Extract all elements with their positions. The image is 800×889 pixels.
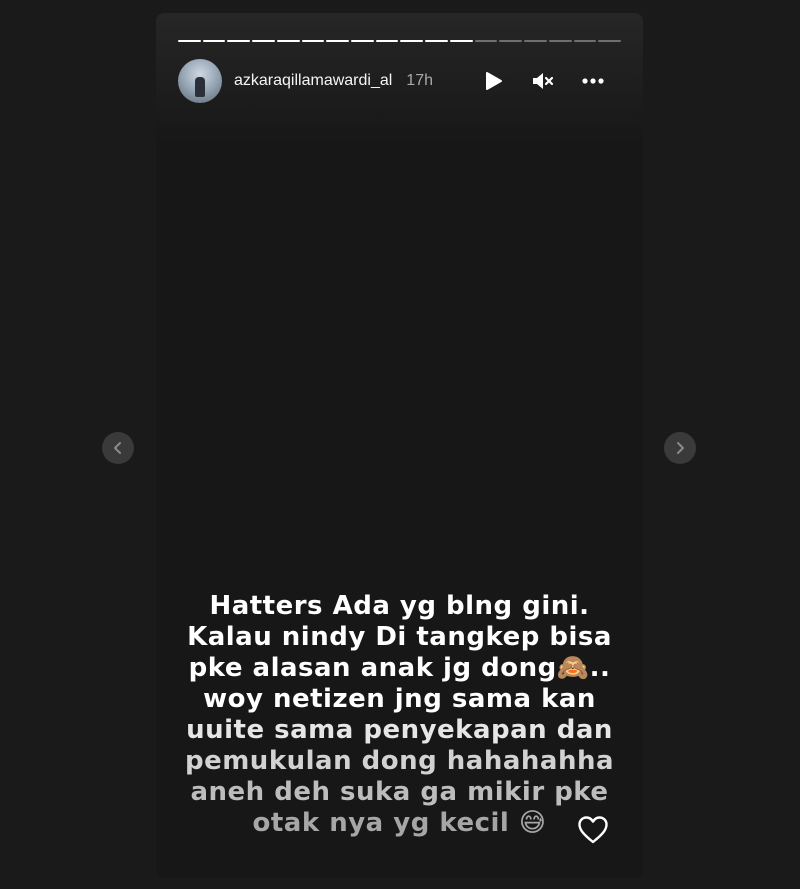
progress-segment: [449, 40, 473, 42]
progress-segment: [400, 40, 424, 42]
caption-line: pke alasan anak jg dong🙈..: [188, 653, 611, 683]
avatar[interactable]: [178, 59, 222, 103]
progress-segment: [326, 40, 350, 42]
progress-segment: [425, 40, 448, 42]
progress-segment: [227, 40, 251, 42]
play-icon: [486, 72, 502, 90]
progress-segment: [474, 40, 498, 42]
more-options-icon: [582, 78, 604, 84]
caption-line: Hatters Ada yg blng gini.: [209, 591, 590, 621]
caption-line: woy netizen jng sama kan: [203, 684, 596, 714]
progress-segment: [252, 40, 275, 42]
like-button[interactable]: [576, 813, 610, 847]
previous-story-button[interactable]: [102, 432, 134, 464]
progress-segment: [573, 40, 597, 42]
heart-icon: [578, 816, 608, 844]
username-link[interactable]: azkaraqillamawardi_al: [234, 72, 392, 90]
mute-button[interactable]: [529, 67, 557, 95]
progress-segment: [202, 40, 226, 42]
progress-segment: [375, 40, 399, 42]
caption-line: aneh deh suka ga mikir pke: [190, 777, 609, 807]
story-caption: Hatters Ada yg blng gini. Kalau nindy Di…: [156, 591, 643, 839]
story-viewer[interactable]: azkaraqillamawardi_al 17h Hatters Ada yg…: [156, 13, 643, 878]
chevron-left-icon: [114, 442, 121, 454]
caption-line: otak nya yg kecil 😅: [252, 808, 547, 838]
progress-segment: [276, 40, 300, 42]
progress-segment: [598, 40, 621, 42]
story-time: 17h: [406, 72, 433, 89]
chevron-right-icon: [677, 442, 684, 454]
volume-muted-icon: [533, 73, 554, 89]
avatar-figure: [195, 77, 205, 97]
story-progress-bar: [178, 40, 621, 42]
progress-segment: [499, 40, 523, 42]
story-controls: [479, 59, 607, 103]
caption-line: pemukulan dong hahahahha: [184, 746, 615, 776]
more-options-button[interactable]: [579, 67, 607, 95]
progress-segment: [548, 40, 572, 42]
progress-segment: [301, 40, 325, 42]
progress-segment: [351, 40, 374, 42]
play-button[interactable]: [479, 67, 507, 95]
progress-segment: [178, 40, 201, 42]
story-header: azkaraqillamawardi_al 17h: [178, 59, 621, 103]
progress-segment: [524, 40, 547, 42]
caption-line: Kalau nindy Di tangkep bisa: [187, 622, 612, 652]
caption-line: uuite sama penyekapan dan: [186, 715, 613, 745]
next-story-button[interactable]: [664, 432, 696, 464]
